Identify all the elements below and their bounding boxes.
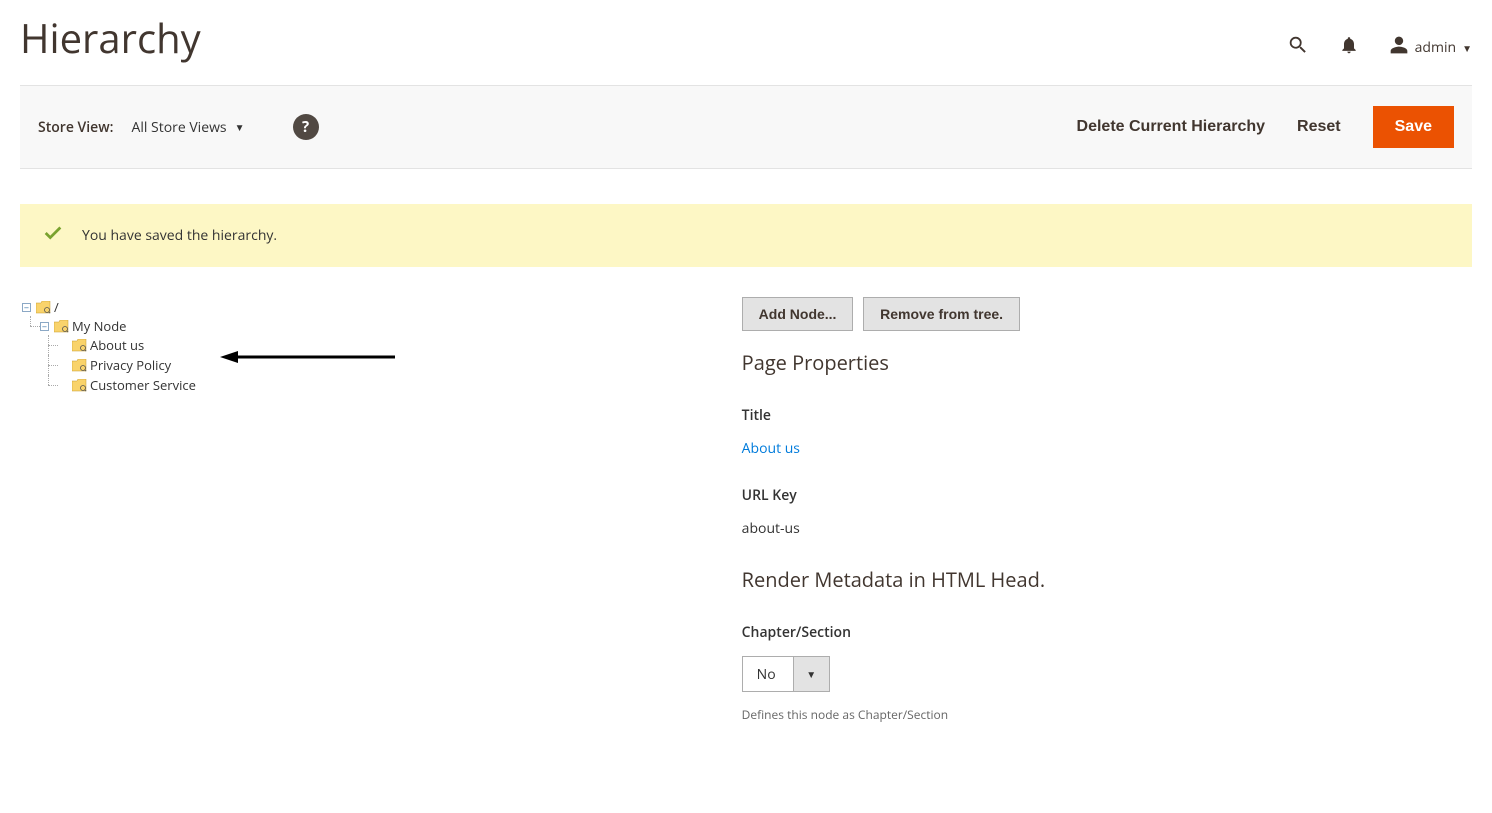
tree-node-about-us[interactable]: About us: [58, 336, 722, 354]
chapter-section-value: No: [743, 657, 793, 691]
title-value-link[interactable]: About us: [742, 439, 1472, 458]
tree-node-label: Privacy Policy: [90, 356, 171, 374]
render-metadata-heading: Render Metadata in HTML Head.: [742, 566, 1472, 593]
success-message-text: You have saved the hierarchy.: [82, 226, 277, 245]
folder-icon: [72, 339, 87, 352]
tree-node-label: /: [54, 298, 59, 316]
chapter-section-label: Chapter/Section: [742, 623, 1472, 642]
title-label: Title: [742, 406, 1472, 425]
tree-node-privacy-policy[interactable]: Privacy Policy: [58, 356, 722, 374]
tree-node-label: About us: [90, 336, 144, 354]
page-title: Hierarchy: [20, 10, 201, 65]
tree-node-root[interactable]: − /: [22, 298, 722, 316]
hierarchy-tree: − / −: [20, 297, 722, 397]
urlkey-value: about-us: [742, 519, 1472, 538]
chevron-down-icon[interactable]: ▼: [793, 657, 829, 691]
folder-icon: [36, 301, 51, 314]
folder-icon: [72, 359, 87, 372]
add-node-button[interactable]: Add Node...: [742, 297, 854, 331]
help-icon[interactable]: ?: [293, 114, 319, 140]
toolbar: Store View: All Store Views ▼ ? Delete C…: [20, 85, 1472, 169]
check-icon: [42, 222, 64, 249]
store-view-value: All Store Views: [131, 118, 226, 137]
tree-node-customer-service[interactable]: Customer Service: [58, 376, 722, 394]
chapter-section-note: Defines this node as Chapter/Section: [742, 706, 1472, 723]
tree-node-my-node[interactable]: − My Node: [40, 317, 722, 335]
chevron-down-icon: ▼: [235, 120, 245, 134]
chevron-down-icon: ▼: [1462, 41, 1472, 55]
user-icon: [1389, 35, 1409, 60]
reset-button[interactable]: Reset: [1297, 118, 1341, 136]
chapter-section-select[interactable]: No ▼: [742, 656, 830, 692]
urlkey-label: URL Key: [742, 486, 1472, 505]
collapse-icon[interactable]: −: [22, 303, 31, 312]
save-button[interactable]: Save: [1373, 106, 1454, 148]
user-menu[interactable]: admin ▼: [1389, 35, 1472, 60]
store-view-select[interactable]: All Store Views ▼: [131, 118, 244, 137]
folder-icon: [72, 379, 87, 392]
collapse-icon[interactable]: −: [40, 322, 49, 331]
bell-icon[interactable]: [1339, 35, 1359, 60]
search-icon[interactable]: [1287, 34, 1309, 61]
remove-from-tree-button[interactable]: Remove from tree.: [863, 297, 1020, 331]
tree-node-label: My Node: [72, 317, 126, 335]
page-properties-heading: Page Properties: [742, 349, 1472, 376]
delete-hierarchy-button[interactable]: Delete Current Hierarchy: [1077, 118, 1266, 136]
tree-node-label: Customer Service: [90, 376, 196, 394]
user-name: admin: [1415, 38, 1456, 57]
folder-icon: [54, 320, 69, 333]
success-message: You have saved the hierarchy.: [20, 204, 1472, 267]
store-view-label: Store View:: [38, 118, 113, 137]
